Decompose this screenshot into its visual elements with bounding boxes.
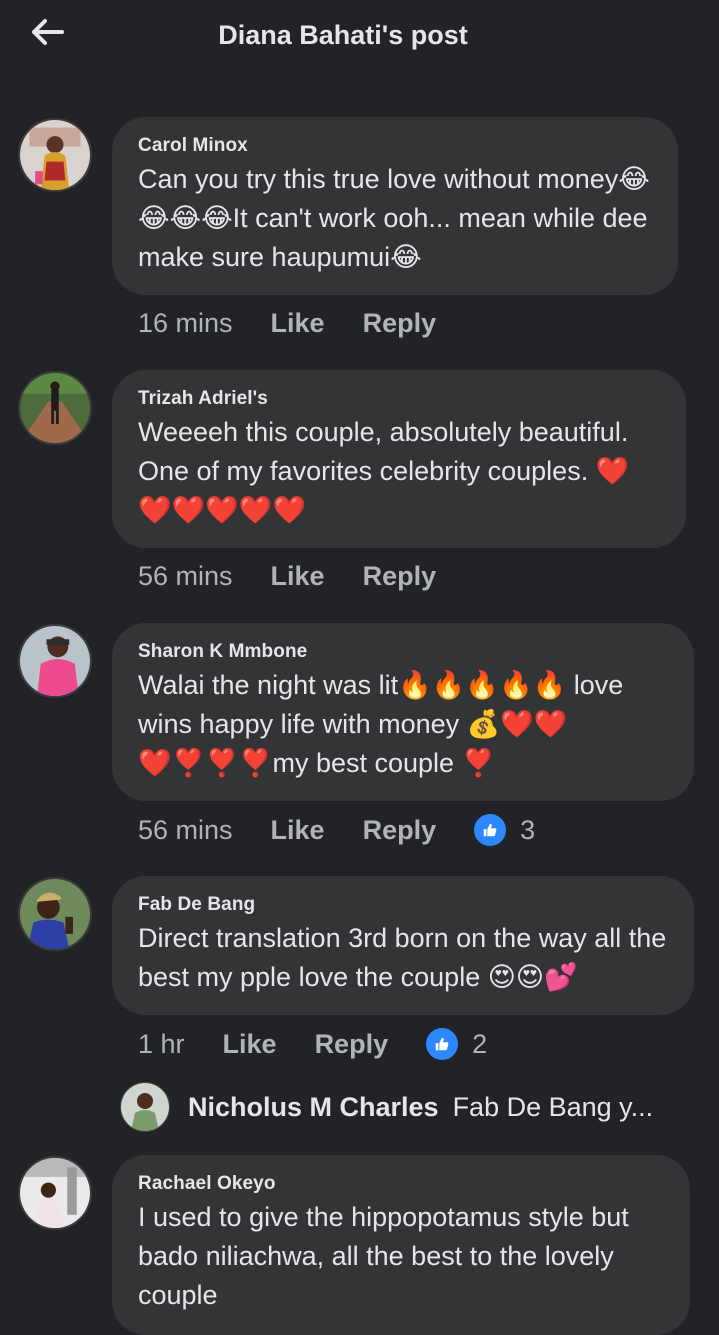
comment-meta: 16 mins Like Reply [138,308,474,339]
avatar[interactable] [18,877,92,951]
commenter-name[interactable]: Trizah Adriel's [138,388,660,410]
comment-bubble: Trizah Adriel's Weeeeh this couple, abso… [112,370,686,548]
comment-bubble: Fab De Bang Direct translation 3rd born … [112,876,694,1015]
commenter-name[interactable]: Fab De Bang [138,894,668,916]
reply-author[interactable]: Nicholus M Charles [188,1092,439,1123]
like-button[interactable]: Like [271,308,325,339]
commenter-name[interactable]: Rachael Okeyo [138,1173,664,1195]
like-button[interactable]: Like [271,561,325,592]
reply-button[interactable]: Reply [363,815,437,846]
page-title: Diana Bahati's post [218,20,468,50]
avatar[interactable] [18,1156,92,1230]
comment-meta: 56 mins Like Reply 3 [138,814,535,846]
comment-bubble: Rachael Okeyo I used to give the hippopo… [112,1155,690,1335]
comment-bubble: Carol Minox Can you try this true love w… [112,117,678,295]
avatar[interactable] [18,118,92,192]
comment-time: 16 mins [138,308,233,338]
thumbs-up-icon[interactable] [474,814,507,846]
reaction-count[interactable]: 2 [472,1029,487,1060]
commenter-name[interactable]: Carol Minox [138,135,652,157]
comment-meta: 1 hr Like Reply 2 [138,1028,487,1060]
commenter-name[interactable]: Sharon K Mmbone [138,641,668,663]
comment-time: 56 mins [138,561,233,591]
comment-bubble: Sharon K Mmbone Walai the night was lit🔥… [112,623,694,801]
avatar[interactable] [18,371,92,445]
comment-meta: 56 mins Like Reply [138,561,474,592]
comment-text: Can you try this true love without money… [138,164,650,272]
comment-text: Direct translation 3rd born on the way a… [138,923,667,992]
reaction-count[interactable]: 3 [520,815,535,846]
thumbs-up-icon[interactable] [426,1028,459,1060]
top-bar: Diana Bahati's post [0,0,719,78]
avatar[interactable] [120,1082,170,1132]
like-button[interactable]: Like [223,1029,277,1060]
comment-time: 1 hr [138,1028,185,1059]
reply-preview[interactable]: Nicholus M Charles Fab De Bang y... [120,1082,653,1132]
like-button[interactable]: Like [271,815,325,846]
comment-text: I used to give the hippopotamus style bu… [138,1202,629,1310]
comment-time: 56 mins [138,814,233,845]
comment-text: Weeeeh this couple, absolutely beautiful… [138,417,630,525]
reply-snippet: Fab De Bang y... [452,1091,654,1122]
reply-button[interactable]: Reply [363,561,437,592]
comment-text: Walai the night was lit🔥🔥🔥🔥🔥 love wins h… [138,670,624,778]
reply-button[interactable]: Reply [363,308,437,339]
reply-button[interactable]: Reply [315,1029,389,1060]
avatar[interactable] [18,624,92,698]
